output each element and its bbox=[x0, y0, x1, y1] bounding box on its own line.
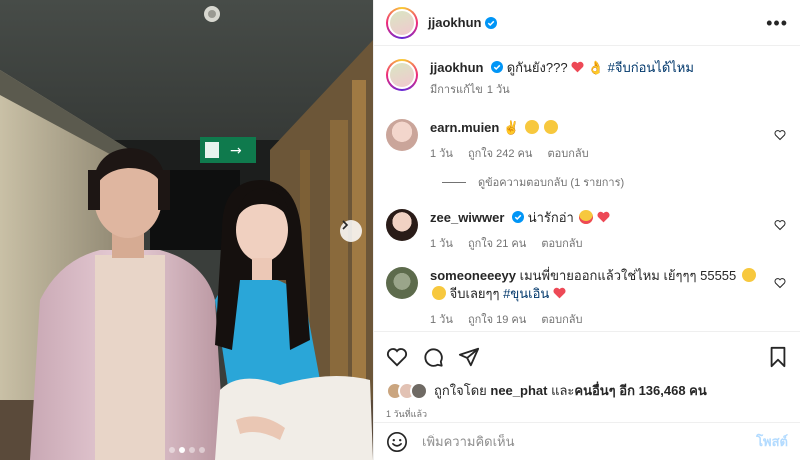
reply-button[interactable]: ตอบกลับ bbox=[547, 148, 588, 160]
caption-hashtag[interactable]: #จีบก่อนได้ไหม bbox=[608, 60, 694, 75]
post-comment-button[interactable]: โพสต์ bbox=[756, 431, 788, 452]
red-heart-emoji bbox=[571, 61, 584, 73]
caption-time: 1 วัน bbox=[486, 84, 510, 96]
photo-scene: → bbox=[0, 0, 373, 460]
author-avatar[interactable] bbox=[386, 6, 418, 39]
comments-list[interactable]: jjaokhun ดูกันยัง??? 👌 #จีบก่อนได้ไหม มี… bbox=[374, 47, 800, 331]
likes-middle: และ bbox=[551, 383, 575, 398]
hand-emoji: ✌️ bbox=[502, 120, 520, 135]
caption-avatar[interactable] bbox=[386, 59, 418, 91]
comment-text: เมนพี่ขายออกแล้วใช่ไหม เย้ๆๆๆ 55555 bbox=[519, 268, 737, 283]
chevron-right-icon bbox=[342, 220, 349, 230]
verified-icon bbox=[485, 16, 498, 29]
caption-edited: มีการแก้ไข bbox=[430, 84, 483, 96]
comment-time: 1 วัน bbox=[430, 314, 453, 326]
commenter-avatar[interactable] bbox=[386, 267, 418, 299]
post-actions: ถูกใจโดย nee_phat และคนอื่นๆ อีก 136,468… bbox=[374, 331, 800, 421]
add-comment-bar: โพสต์ bbox=[374, 422, 800, 460]
share-icon[interactable] bbox=[458, 346, 480, 368]
red-heart-emoji bbox=[597, 211, 610, 223]
comment-item: earn.muien ✌️ 1 วัน ถูกใจ 242 คน ตอบกลับ bbox=[386, 119, 786, 163]
commenter-avatar[interactable] bbox=[386, 209, 418, 241]
likes-others[interactable]: คนอื่นๆ อีก 136,468 คน bbox=[574, 383, 706, 398]
comment-likes[interactable]: ถูกใจ 19 คน bbox=[468, 314, 526, 326]
laugh-emoji bbox=[432, 286, 446, 300]
more-icon[interactable]: ••• bbox=[766, 14, 788, 32]
reply-button[interactable]: ตอบกลับ bbox=[541, 314, 582, 326]
comment-likes[interactable]: ถูกใจ 21 คน bbox=[468, 238, 526, 250]
comment-heart-icon[interactable] bbox=[774, 129, 786, 141]
carousel-dot bbox=[168, 447, 175, 453]
post-caption: jjaokhun ดูกันยัง??? 👌 #จีบก่อนได้ไหม มี… bbox=[386, 59, 786, 99]
verified-icon bbox=[512, 211, 525, 223]
commenter-avatar[interactable] bbox=[386, 119, 418, 151]
comment-text-2: จีบเลยๆๆ bbox=[449, 286, 500, 301]
bookmark-icon[interactable] bbox=[768, 346, 788, 368]
author-username[interactable]: jjaokhun bbox=[428, 15, 481, 30]
exit-sign-arrow: → bbox=[230, 143, 242, 159]
post-photo[interactable]: → bbox=[0, 0, 373, 460]
carousel-dots bbox=[0, 447, 373, 453]
comment-time: 1 วัน bbox=[430, 148, 453, 160]
comment-time: 1 วัน bbox=[430, 238, 453, 250]
heart-eyes-emoji bbox=[579, 210, 594, 224]
carousel-next-button[interactable] bbox=[340, 220, 362, 242]
comment-heart-icon[interactable] bbox=[774, 277, 786, 289]
view-replies-button[interactable]: ดูข้อความตอบกลับ (1 รายการ) bbox=[442, 173, 786, 191]
add-comment-input[interactable] bbox=[422, 434, 757, 449]
reply-button[interactable]: ตอบกลับ bbox=[541, 238, 582, 250]
liker-username[interactable]: nee_phat bbox=[490, 383, 547, 398]
comment-text: น่ารักอ่า bbox=[527, 210, 574, 225]
heart-icon[interactable] bbox=[386, 347, 408, 367]
commenter-username[interactable]: someoneeeyy bbox=[430, 268, 516, 283]
carousel-dot bbox=[188, 447, 195, 453]
post-timestamp[interactable]: 1 วันที่แล้ว bbox=[386, 407, 788, 421]
caption-text: ดูกันยัง??? bbox=[506, 60, 568, 75]
likes-summary: ถูกใจโดย nee_phat และคนอื่นๆ อีก 136,468… bbox=[386, 380, 788, 401]
comment-item: someoneeeyy เมนพี่ขายออกแล้วใช่ไหม เย้ๆๆ… bbox=[386, 267, 786, 329]
commenter-username[interactable]: zee_wiwwer bbox=[430, 210, 504, 225]
red-heart-emoji bbox=[553, 287, 566, 299]
caption-username[interactable]: jjaokhun bbox=[430, 60, 483, 75]
emoji-icon[interactable] bbox=[386, 431, 408, 453]
comment-likes[interactable]: ถูกใจ 242 คน bbox=[468, 148, 532, 160]
carousel-dot bbox=[198, 447, 205, 453]
comment-hashtag[interactable]: #ขุนเอิน bbox=[503, 286, 549, 301]
post-header: jjaokhun ••• bbox=[374, 0, 800, 46]
hand-emoji: 👌 bbox=[587, 60, 604, 75]
comment-icon[interactable] bbox=[422, 346, 444, 368]
commenter-username[interactable]: earn.muien bbox=[430, 120, 499, 135]
grin-emoji bbox=[544, 120, 559, 134]
verified-icon bbox=[491, 61, 504, 73]
comment-item: zee_wiwwer น่ารักอ่า 1 วัน ถูกใจ 21 คน ต… bbox=[386, 209, 786, 253]
laugh-emoji bbox=[741, 268, 756, 282]
carousel-dot-active bbox=[178, 447, 185, 453]
liker-avatar[interactable] bbox=[410, 381, 428, 400]
comment-heart-icon[interactable] bbox=[774, 219, 786, 231]
post-side-panel: jjaokhun ••• jjaokhun ดูกันยัง??? 👌 #จีบ… bbox=[373, 0, 800, 460]
grin-emoji bbox=[524, 120, 539, 134]
likes-prefix: ถูกใจโดย bbox=[434, 383, 487, 398]
